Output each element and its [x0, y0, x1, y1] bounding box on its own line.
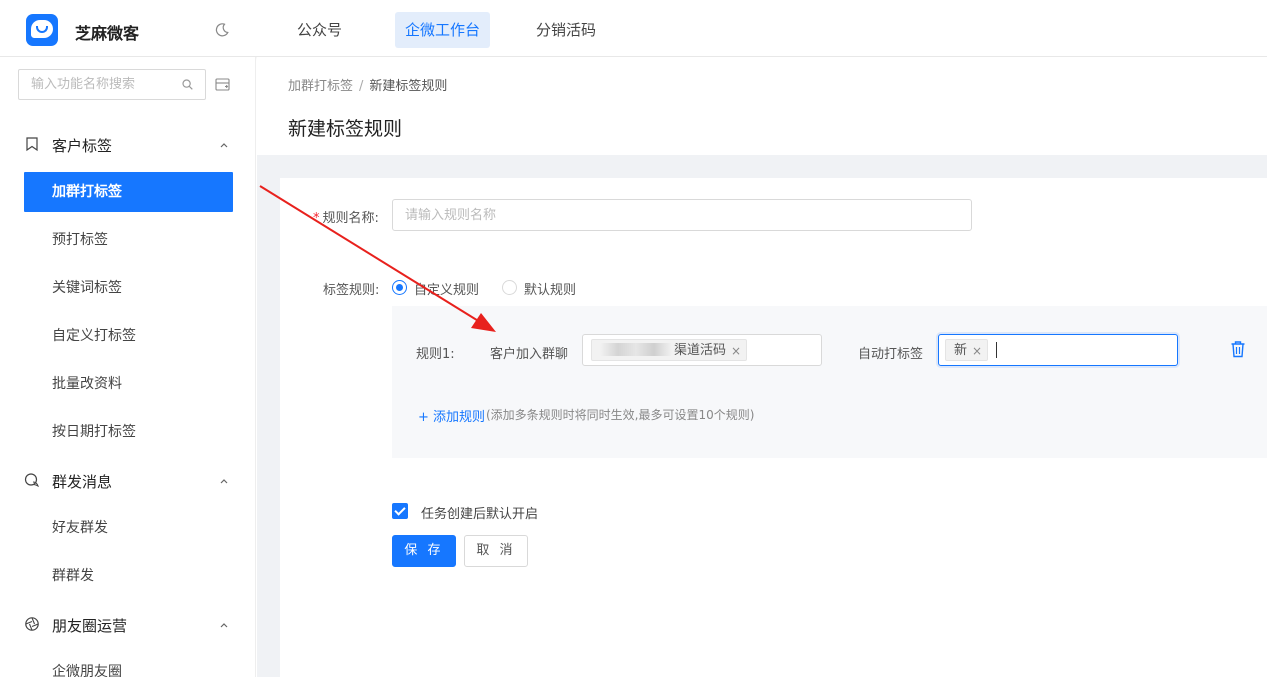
sidebar-item-pre-tag[interactable]: 预打标签 [24, 220, 233, 260]
rule-type-label: 标签规则: [323, 283, 380, 298]
app-name: 芝麻微客 [75, 24, 140, 43]
form-card: *规则名称: 标签规则: 自定义规则 默认规则 规则1: 客户加入群聊 渠道活码… [280, 178, 1267, 677]
sidebar-item-batch-edit[interactable]: 批量改资料 [24, 364, 233, 404]
tag-chip-label: 新 [954, 343, 968, 358]
top-nav-official-account[interactable]: 公众号 [287, 12, 352, 48]
main-content: 加群打标签 / 新建标签规则 新建标签规则 *规则名称: 标签规则: 自定义规则 默… [257, 57, 1267, 677]
sidebar-item-custom-tag[interactable]: 自定义打标签 [24, 316, 233, 356]
rule-name-label-text: 规则名称: [322, 211, 379, 226]
cancel-button[interactable]: 取 消 [464, 535, 528, 567]
rule-name-label: * 规则名称: [313, 207, 379, 226]
top-nav-wecom-workbench[interactable]: 企微工作台 [395, 12, 491, 48]
breadcrumb-current: 新建标签规则 [369, 79, 448, 94]
group-chat-select[interactable]: 渠道活码 × [582, 334, 822, 366]
sidebar-search [18, 69, 206, 100]
group-chip: 渠道活码 × [591, 339, 748, 362]
top-bar: 芝麻微客 公众号 企微工作台 分销活码 [0, 0, 1267, 57]
group-chip-label: 渠道活码 [674, 343, 727, 358]
rule-box: 规则1: 客户加入群聊 渠道活码 × 自动打标签 新 × + 添加规则 (添加多条规… [392, 306, 1267, 458]
menu-group-mass-message[interactable]: 群发消息 [0, 456, 256, 504]
radio-dot [502, 280, 517, 295]
breadcrumb-separator: / [359, 79, 364, 94]
aperture-icon [25, 617, 39, 631]
menu-group-label: 群发消息 [52, 473, 113, 491]
text-cursor [996, 342, 997, 358]
tag-chip: 新 × [945, 339, 989, 362]
chat-icon [24, 473, 39, 488]
menu-group-customer-tags[interactable]: 客户标签 [0, 120, 256, 168]
chip-close-icon[interactable]: × [731, 340, 741, 362]
menu-group-label: 客户标签 [52, 137, 113, 155]
sidebar-item-keyword-tag[interactable]: 关键词标签 [24, 268, 233, 308]
add-rule-link[interactable]: + 添加规则 [418, 406, 485, 425]
page-title: 新建标签规则 [288, 118, 403, 140]
search-icon[interactable] [182, 79, 193, 90]
radio-custom-rule[interactable]: 自定义规则 [392, 279, 492, 298]
auto-enable-label: 任务创建后默认开启 [421, 507, 539, 522]
menu-group-label: 朋友圈运营 [52, 617, 128, 635]
tag-select[interactable]: 新 × [938, 334, 1178, 366]
dark-mode-moon-icon[interactable] [214, 22, 230, 38]
sidebar-item-date-tag[interactable]: 按日期打标签 [24, 412, 233, 452]
sidebar-search-input[interactable] [19, 70, 179, 99]
chevron-up-icon[interactable] [219, 620, 229, 630]
sidebar-item-group-broadcast[interactable]: 群群发 [24, 556, 233, 596]
save-button[interactable]: 保 存 [392, 535, 456, 567]
bookmark-icon [26, 137, 38, 152]
sidebar-item-wecom-moments[interactable]: 企微朋友圈 [24, 652, 233, 677]
radio-dot [392, 280, 407, 295]
add-rule-hint: (添加多条规则时将同时生效,最多可设置10个规则) [486, 408, 755, 422]
sidebar: 客户标签 加群打标签 预打标签 关键词标签 自定义打标签 批量改资料 按日期打标… [0, 57, 256, 677]
chevron-up-icon[interactable] [219, 476, 229, 486]
action-label: 自动打标签 [858, 347, 924, 362]
breadcrumb-parent[interactable]: 加群打标签 [288, 79, 353, 94]
sidebar-item-friend-broadcast[interactable]: 好友群发 [24, 508, 233, 548]
rule-name-input[interactable] [393, 200, 971, 230]
redacted-group-name [600, 343, 672, 356]
page-header: 加群打标签 / 新建标签规则 新建标签规则 [257, 57, 1267, 155]
auto-enable-checkbox[interactable] [392, 503, 408, 519]
required-mark: * [313, 211, 320, 226]
breadcrumb: 加群打标签 / 新建标签规则 [288, 75, 447, 94]
app-logo-icon [26, 14, 58, 46]
radio-label: 自定义规则 [414, 283, 480, 298]
chip-close-icon[interactable]: × [972, 340, 982, 362]
condition-label: 客户加入群聊 [490, 347, 569, 362]
top-nav-distribution-code[interactable]: 分销活码 [526, 12, 606, 48]
rule-title: 规则1: [416, 347, 455, 362]
rule-name-field [392, 199, 972, 231]
collapse-menu-icon[interactable] [215, 77, 231, 93]
sidebar-item-group-join-tag[interactable]: 加群打标签 [24, 172, 233, 212]
menu-group-moments[interactable]: 朋友圈运营 [0, 600, 256, 648]
trash-icon[interactable] [1230, 340, 1246, 358]
chevron-up-icon[interactable] [219, 140, 229, 150]
radio-default-rule[interactable]: 默认规则 [502, 279, 592, 298]
radio-label: 默认规则 [524, 283, 577, 298]
